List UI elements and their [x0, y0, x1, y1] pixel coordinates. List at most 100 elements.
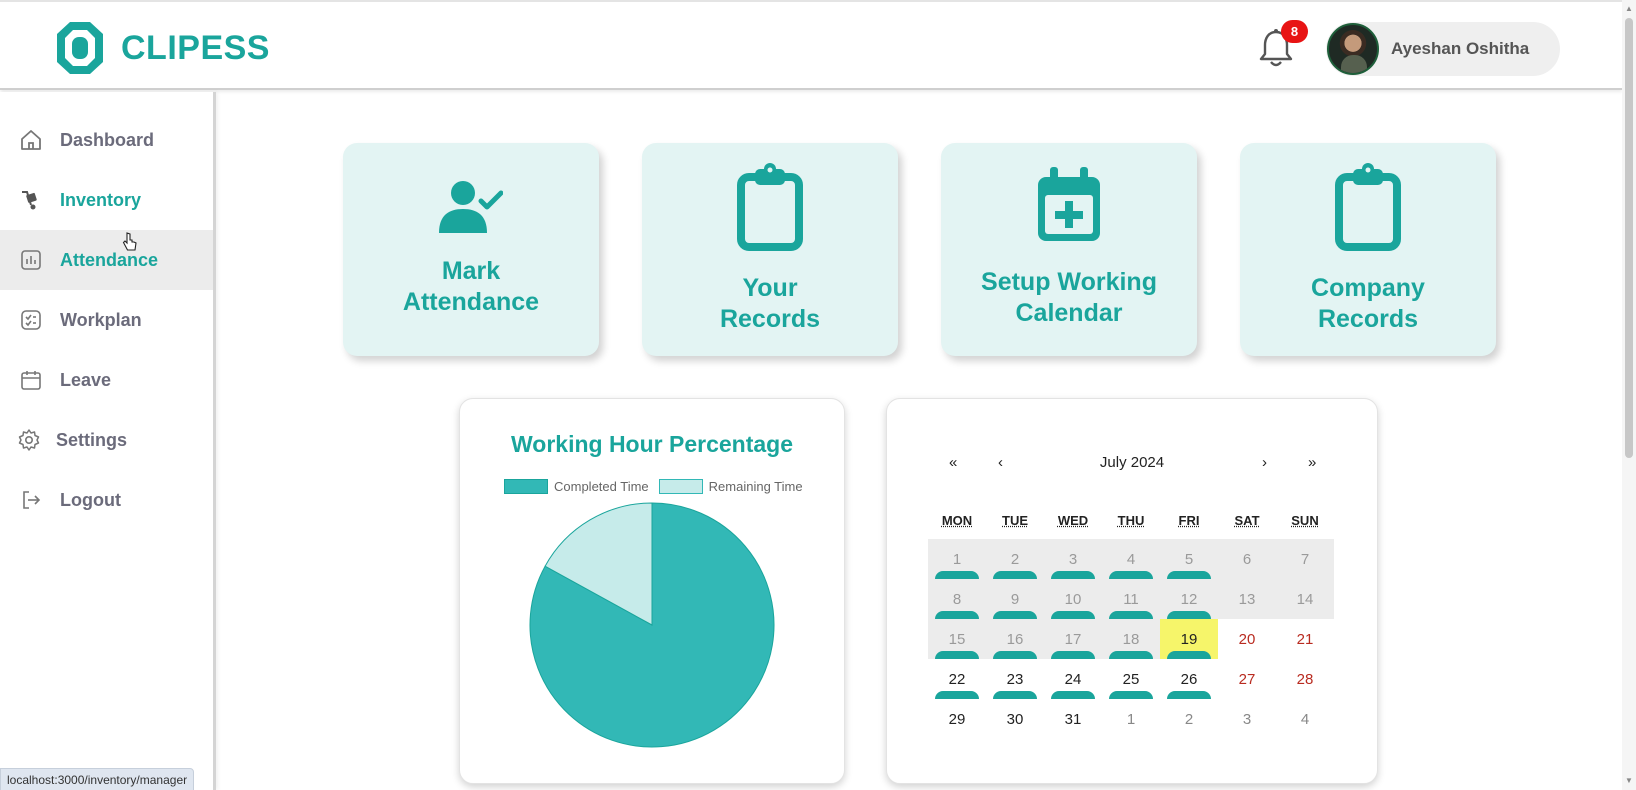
setup-working-calendar-card[interactable]: Setup Working Calendar	[941, 143, 1197, 356]
calendar-day[interactable]: 22	[928, 659, 986, 699]
calendar-day[interactable]: 11	[1102, 579, 1160, 619]
sidebar-item-logout[interactable]: Logout	[0, 470, 213, 530]
calendar-day[interactable]: 21	[1276, 619, 1334, 659]
calendar-day-number: 30	[1006, 711, 1024, 728]
attendance-marker	[1167, 571, 1211, 579]
user-profile-button[interactable]: Ayeshan Oshitha	[1326, 22, 1560, 76]
attendance-marker	[1051, 571, 1095, 579]
calendar-day[interactable]: 31	[1044, 699, 1102, 739]
card-title-line: Mark	[441, 257, 501, 285]
sidebar-item-label: Attendance	[60, 249, 159, 270]
attendance-marker	[1109, 651, 1153, 659]
card-title-line: Setup Working	[981, 268, 1157, 296]
calendar-day[interactable]: 13	[1218, 579, 1276, 619]
attendance-marker	[1109, 571, 1153, 579]
calendar-day[interactable]: 4	[1276, 699, 1334, 739]
calendar-day[interactable]: 15	[928, 619, 986, 659]
chart-title: Working Hour Percentage	[510, 431, 794, 457]
calendar-day-number: 6	[1242, 551, 1252, 568]
calendar-day[interactable]: 1	[928, 539, 986, 579]
weekday-header: SAT	[1234, 513, 1260, 528]
sidebar-item-attendance[interactable]: Attendance	[0, 230, 213, 290]
working-hour-pie-chart	[529, 502, 775, 748]
calendar-day[interactable]: 9	[986, 579, 1044, 619]
calendar-day[interactable]: 29	[928, 699, 986, 739]
calendar-day[interactable]: 14	[1276, 579, 1334, 619]
calendar-day[interactable]: 30	[986, 699, 1044, 739]
sidebar-item-label: Dashboard	[60, 129, 155, 150]
legend-swatch-remaining	[658, 479, 703, 494]
bar-chart-icon	[21, 250, 41, 270]
sidebar-item-inventory[interactable]: Inventory	[0, 170, 213, 230]
sidebar-item-workplan[interactable]: Workplan	[0, 290, 213, 350]
calendar-day-number: 8	[952, 591, 962, 608]
scroll-up-arrow[interactable]: ▲	[1625, 4, 1633, 13]
attendance-marker	[993, 651, 1037, 659]
calendar-day[interactable]: 5	[1160, 539, 1218, 579]
user-check-icon	[439, 181, 503, 233]
app-root: CLIPESS 8 Ayeshan Oshitha Dashboard Inve…	[0, 0, 1636, 790]
calendar-day[interactable]: 28	[1276, 659, 1334, 699]
card-title: Your Records	[642, 273, 898, 335]
calendar-day-number: 21	[1296, 631, 1314, 648]
calendar-panel: « ‹ July 2024 › » MON TUE WED THU FRI SAT SUN 1…	[886, 398, 1378, 784]
calendar-day-number: 27	[1238, 671, 1256, 688]
sidebar-item-label: Logout	[60, 489, 121, 510]
calendar-day-number: 10	[1064, 591, 1082, 608]
weekday-header: FRI	[1178, 513, 1200, 528]
calendar-icon	[21, 371, 41, 390]
calendar-day[interactable]: 8	[928, 579, 986, 619]
calendar-month-label[interactable]: July 2024	[887, 454, 1377, 471]
your-records-card[interactable]: Your Records	[642, 143, 898, 356]
sidebar-item-settings[interactable]: Settings	[0, 410, 213, 470]
calendar-day[interactable]: 18	[1102, 619, 1160, 659]
clipboard-icon	[1335, 163, 1401, 251]
company-records-card[interactable]: Company Records	[1240, 143, 1496, 356]
calendar-day[interactable]: 20	[1218, 619, 1276, 659]
calendar-day[interactable]: 4	[1102, 539, 1160, 579]
calendar-day[interactable]: 24	[1044, 659, 1102, 699]
card-title: Mark Attendance	[343, 256, 599, 318]
working-hour-chart-panel: Working Hour Percentage Completed Time R…	[459, 398, 845, 784]
calendar-day[interactable]: 6	[1218, 539, 1276, 579]
calendar-day[interactable]: 16	[986, 619, 1044, 659]
legend-label: Remaining Time	[708, 479, 803, 494]
card-title-line: Calendar	[1015, 299, 1123, 327]
card-title-line: Company	[1311, 274, 1425, 302]
calendar-day[interactable]: 1	[1102, 699, 1160, 739]
page-scrollbar[interactable]: ▲ ▼	[1622, 0, 1636, 790]
legend-item-completed[interactable]: Completed Time	[504, 479, 649, 494]
calendar-day[interactable]: 2	[986, 539, 1044, 579]
calendar-next-month-button[interactable]: ›	[1262, 454, 1267, 471]
attendance-marker	[1051, 611, 1095, 619]
calendar-day-number: 11	[1123, 591, 1139, 608]
calendar-day[interactable]: 12	[1160, 579, 1218, 619]
sidebar-item-leave[interactable]: Leave	[0, 350, 213, 410]
legend-item-remaining[interactable]: Remaining Time	[658, 479, 803, 494]
legend-label: Completed Time	[554, 479, 649, 494]
calendar-day[interactable]: 27	[1218, 659, 1276, 699]
calendar-day[interactable]: 19	[1160, 619, 1218, 659]
calendar-day[interactable]: 17	[1044, 619, 1102, 659]
attendance-marker	[993, 611, 1037, 619]
calendar-day[interactable]: 7	[1276, 539, 1334, 579]
attendance-marker	[1109, 611, 1153, 619]
calendar-day[interactable]: 23	[986, 659, 1044, 699]
sidebar-item-label: Workplan	[60, 309, 142, 330]
calendar-day-number: 2	[1010, 551, 1020, 568]
calendar-day[interactable]: 25	[1102, 659, 1160, 699]
brand-logo[interactable]: CLIPESS	[55, 20, 270, 76]
calendar-next-year-button[interactable]: »	[1308, 454, 1316, 471]
sidebar-item-dashboard[interactable]: Dashboard	[0, 110, 213, 170]
calendar-day[interactable]: 10	[1044, 579, 1102, 619]
dolly-icon	[22, 191, 37, 210]
scroll-down-arrow[interactable]: ▼	[1625, 776, 1633, 785]
attendance-marker	[993, 691, 1037, 699]
calendar-day[interactable]: 2	[1160, 699, 1218, 739]
checklist-icon	[21, 310, 41, 330]
scroll-thumb[interactable]	[1625, 18, 1633, 458]
calendar-day[interactable]: 26	[1160, 659, 1218, 699]
mark-attendance-card[interactable]: Mark Attendance	[343, 143, 599, 356]
calendar-day[interactable]: 3	[1218, 699, 1276, 739]
calendar-day[interactable]: 3	[1044, 539, 1102, 579]
